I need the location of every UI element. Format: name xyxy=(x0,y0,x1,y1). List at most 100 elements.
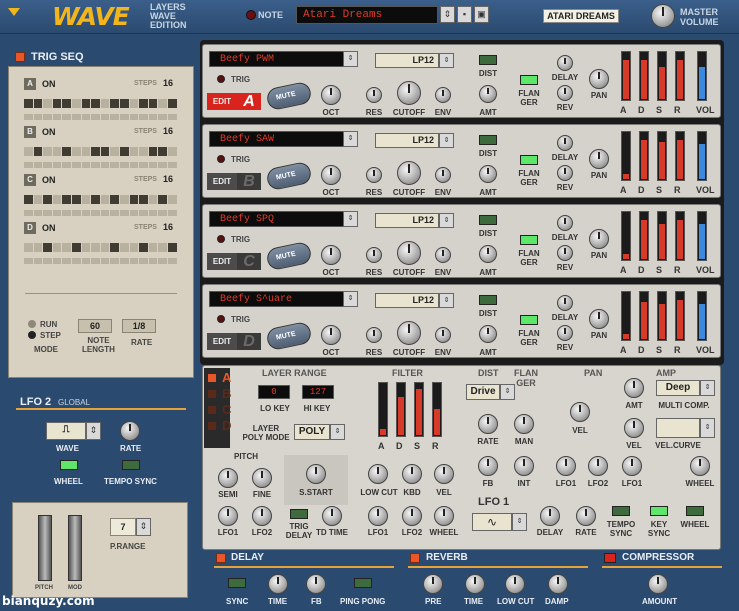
seq-velocity-cell[interactable] xyxy=(33,258,43,264)
layer-cutoff-knob[interactable] xyxy=(397,321,421,345)
layer-patch-updown[interactable]: ⇕ xyxy=(343,291,358,307)
layer-pan-knob[interactable] xyxy=(589,229,609,249)
delay-time-knob[interactable] xyxy=(268,574,288,594)
lfo2-wheel-button[interactable] xyxy=(60,460,78,470)
rate-value[interactable]: 1/8 xyxy=(122,319,156,333)
seq-velocity-cell[interactable] xyxy=(148,210,158,216)
layer-letter-indicator[interactable]: B xyxy=(237,173,261,190)
seq-velocity-cell[interactable] xyxy=(100,258,110,264)
pitch-lfo2-knob[interactable] xyxy=(252,506,272,526)
filter-lfo2-knob[interactable] xyxy=(402,506,422,526)
multi-comp-selector[interactable]: Deep xyxy=(656,380,700,396)
reverb-damp-knob[interactable] xyxy=(548,574,568,594)
compressor-amount-knob[interactable] xyxy=(648,574,668,594)
lfo2-wave-updown[interactable]: ⇕ xyxy=(86,422,101,440)
layer-d-fader[interactable] xyxy=(639,131,649,181)
patch-name-display[interactable]: Atari Dreams xyxy=(296,6,438,24)
layer-delay-knob[interactable] xyxy=(557,135,573,151)
seq-velocity-cell[interactable] xyxy=(148,162,158,168)
layer-dist-amt-knob[interactable] xyxy=(479,325,497,343)
layer-filter-type-selector[interactable]: LP12 xyxy=(375,133,439,148)
seq-velocity-cell[interactable] xyxy=(52,258,62,264)
seq-velocity-cell[interactable] xyxy=(81,210,91,216)
layer-edit-button[interactable]: EDIT xyxy=(207,333,237,350)
seq-velocity-cell[interactable] xyxy=(110,162,119,168)
seq-velocity-cell[interactable] xyxy=(91,114,100,120)
layer-filter-type-selector[interactable]: LP12 xyxy=(375,213,439,228)
td-time-knob[interactable] xyxy=(322,506,342,526)
seq-velocity-cell[interactable] xyxy=(139,258,148,264)
layer-d-fader[interactable] xyxy=(639,291,649,341)
layer-patch-updown[interactable]: ⇕ xyxy=(343,131,358,147)
layer-edit-button[interactable]: EDIT xyxy=(207,93,237,110)
pan-vel-knob[interactable] xyxy=(570,402,590,422)
seq-velocity-cell[interactable] xyxy=(71,210,81,216)
mode-step-radio[interactable] xyxy=(28,331,36,339)
layer-patch-updown[interactable]: ⇕ xyxy=(343,51,358,67)
layer-select-led-a[interactable] xyxy=(208,374,216,382)
layer-pan-knob[interactable] xyxy=(589,149,609,169)
layer-dist-amt-knob[interactable] xyxy=(479,165,497,183)
seq-velocity-cell[interactable] xyxy=(167,162,177,168)
layer-patch-updown[interactable]: ⇕ xyxy=(343,211,358,227)
seq-velocity-cell[interactable] xyxy=(129,210,139,216)
lfo1-wheel-button[interactable] xyxy=(686,506,704,516)
layer-dist-amt-knob[interactable] xyxy=(479,245,497,263)
layer-trig-led[interactable] xyxy=(217,75,225,83)
lfo1-delay-knob[interactable] xyxy=(540,506,560,526)
seq-velocity-cell[interactable] xyxy=(158,162,167,168)
seq-velocity-cell[interactable] xyxy=(52,114,62,120)
seq-velocity-cell[interactable] xyxy=(167,114,177,120)
layer-rev-knob[interactable] xyxy=(557,165,573,181)
seq-velocity-cell[interactable] xyxy=(129,114,139,120)
seq-row-c-letter[interactable]: C xyxy=(24,174,36,186)
seq-velocity-cell[interactable] xyxy=(119,114,129,120)
seq-velocity-cell[interactable] xyxy=(81,114,91,120)
layer-cutoff-knob[interactable] xyxy=(397,161,421,185)
seq-velocity-cell[interactable] xyxy=(62,258,71,264)
layer-select-led-d[interactable] xyxy=(208,422,216,430)
layer-dist-amt-knob[interactable] xyxy=(479,85,497,103)
layer-r-fader[interactable] xyxy=(675,211,685,261)
layer-letter-indicator[interactable]: A xyxy=(237,93,261,110)
layer-patch-name[interactable]: Beefy SAW xyxy=(209,131,349,147)
layer-filter-updown[interactable]: ⇕ xyxy=(439,213,454,228)
amp-vel-knob[interactable] xyxy=(624,418,644,438)
layer-s-fader[interactable] xyxy=(657,131,667,181)
seq-velocity-cell[interactable] xyxy=(110,210,119,216)
seq-velocity-cell[interactable] xyxy=(43,114,52,120)
layer-flanger-button[interactable] xyxy=(520,235,538,245)
lfo2-rate-knob[interactable] xyxy=(120,421,140,441)
layer-env-knob[interactable] xyxy=(435,247,451,263)
layer-delay-knob[interactable] xyxy=(557,215,573,231)
seq-velocity-cell[interactable] xyxy=(33,162,43,168)
layer-pan-knob[interactable] xyxy=(589,69,609,89)
flanger-rate-knob[interactable] xyxy=(478,414,498,434)
layer-res-knob[interactable] xyxy=(366,327,382,343)
seq-velocity-cell[interactable] xyxy=(52,210,62,216)
lfo2-tempo-sync-button[interactable] xyxy=(122,460,140,470)
layer-vol-fader[interactable] xyxy=(697,211,707,261)
seq-velocity-cell[interactable] xyxy=(158,258,167,264)
seq-velocity-cell[interactable] xyxy=(129,258,139,264)
seq-velocity-cell[interactable] xyxy=(119,258,129,264)
layer-res-knob[interactable] xyxy=(366,247,382,263)
reverb-lowcut-knob[interactable] xyxy=(505,574,525,594)
seq-row-a-letter[interactable]: A xyxy=(24,78,36,90)
seq-velocity-cell[interactable] xyxy=(158,210,167,216)
seq-velocity-cell[interactable] xyxy=(43,210,52,216)
lfo1-wave-selector[interactable]: ∿ xyxy=(472,513,512,531)
layer-a-fader[interactable] xyxy=(621,131,631,181)
seq-velocity-cell[interactable] xyxy=(81,258,91,264)
seq-row-state[interactable]: ON xyxy=(42,223,56,233)
seq-velocity-cell[interactable] xyxy=(158,114,167,120)
seq-velocity-cell[interactable] xyxy=(62,162,71,168)
seq-velocity-cell[interactable] xyxy=(167,258,177,264)
delay-pingpong-button[interactable] xyxy=(354,578,372,588)
seq-velocity-cell[interactable] xyxy=(110,258,119,264)
seq-row-d-letter[interactable]: D xyxy=(24,222,36,234)
seq-velocity-cell[interactable] xyxy=(62,210,71,216)
mode-run-radio[interactable] xyxy=(28,320,36,328)
layer-delay-knob[interactable] xyxy=(557,55,573,71)
seq-velocity-cell[interactable] xyxy=(71,162,81,168)
